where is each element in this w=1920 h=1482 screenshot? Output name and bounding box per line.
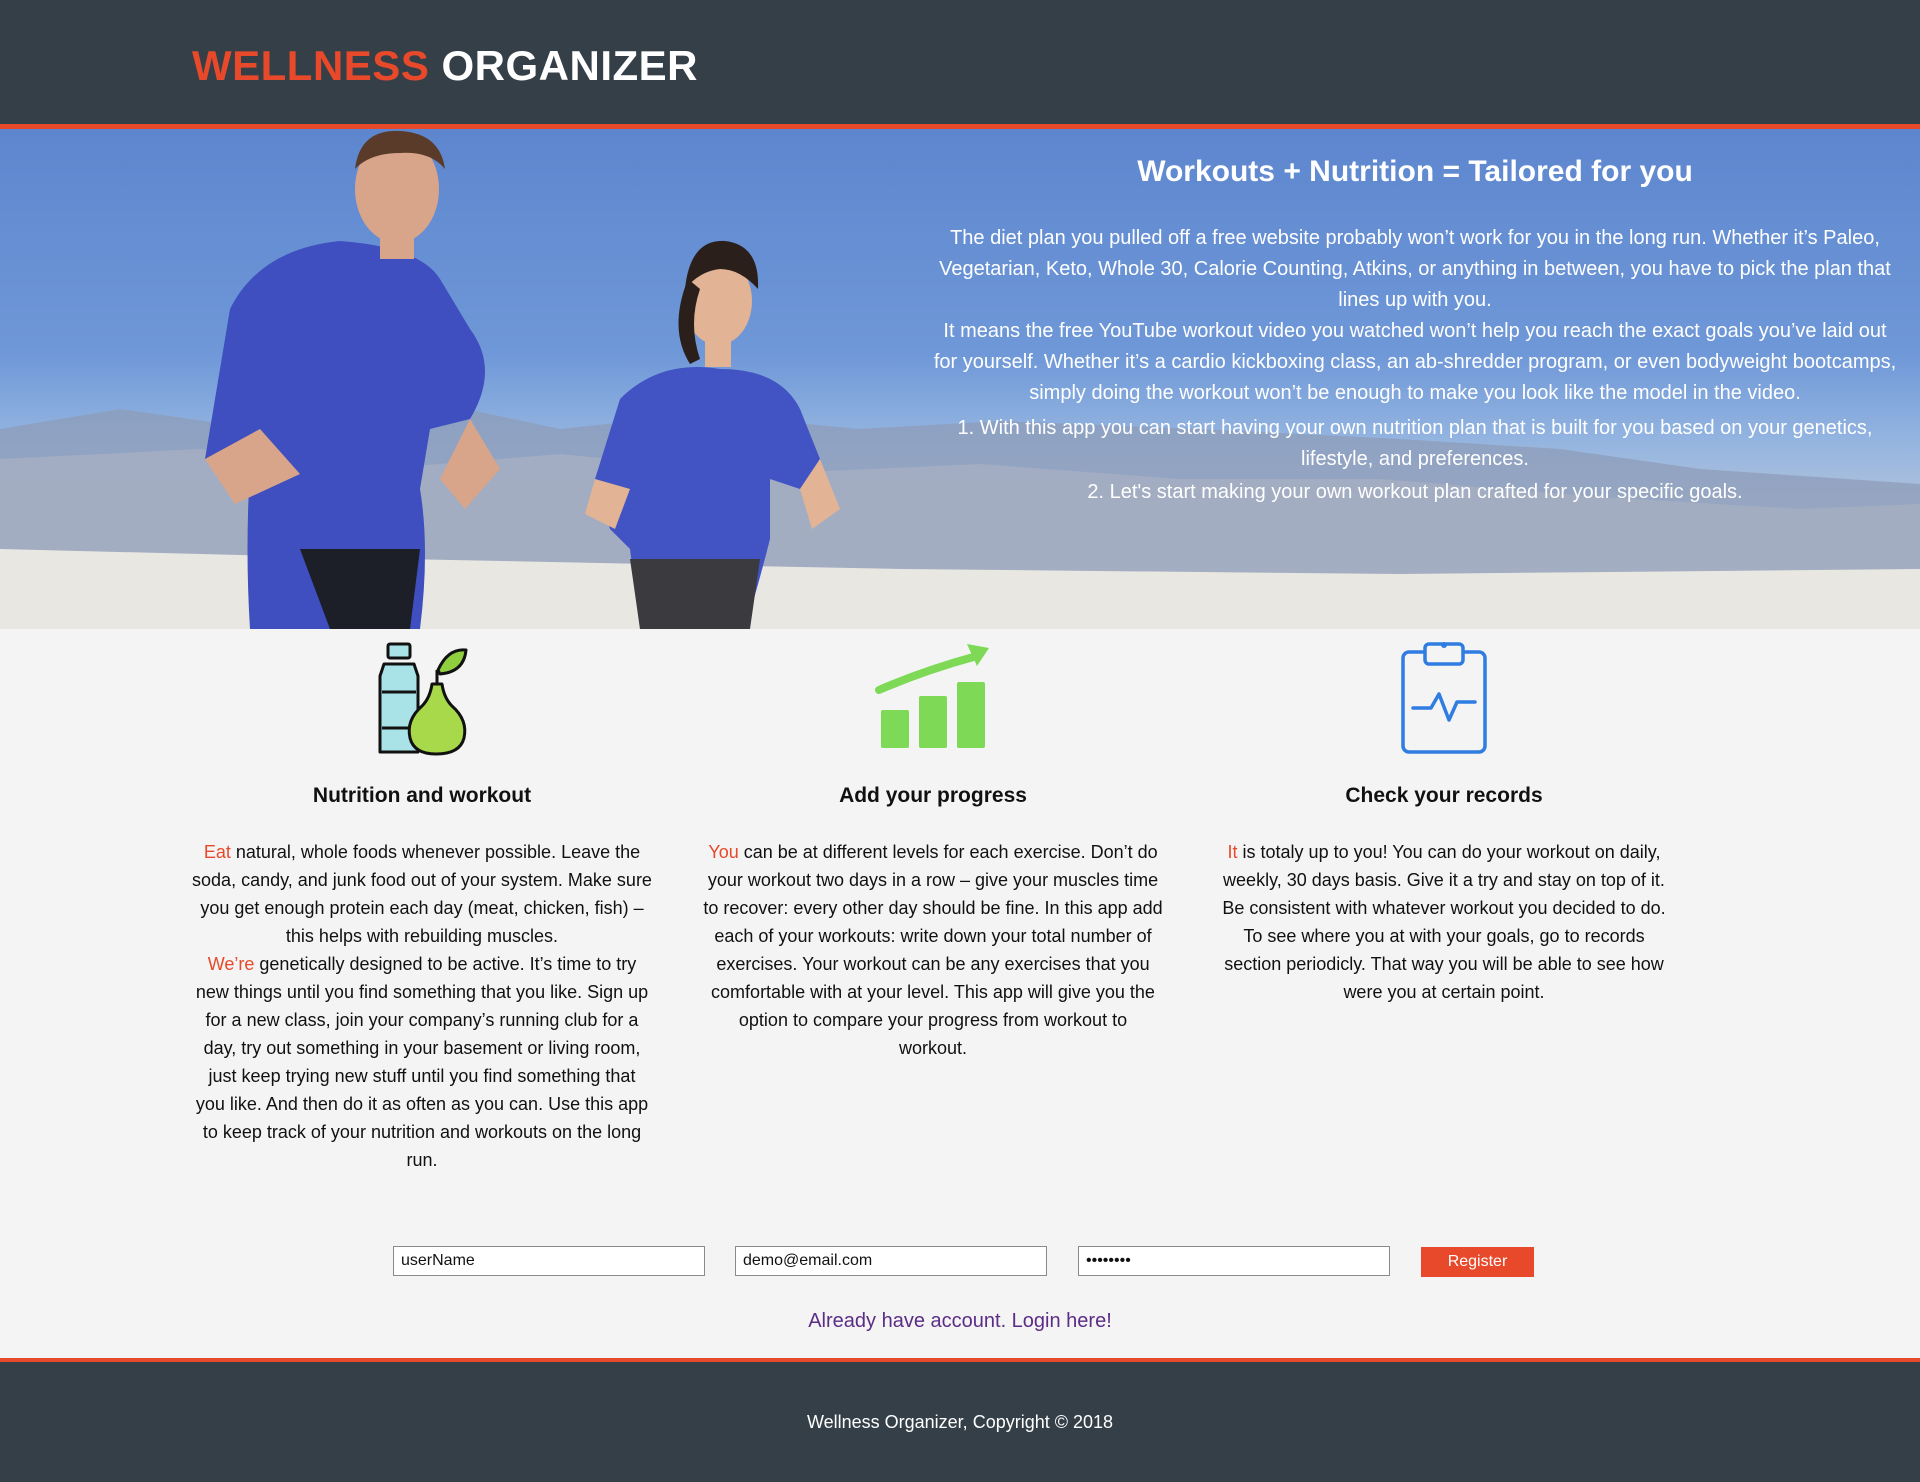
feature-text-part: is totaly up to you! You can do your wor…	[1222, 842, 1666, 1002]
feature-text-part: genetically designed to be active. It’s …	[195, 954, 649, 1170]
progress-chart-icon	[875, 644, 989, 748]
site-logo[interactable]: WELLNESS ORGANIZER	[192, 42, 698, 90]
logo-main-text: ORGANIZER	[441, 42, 699, 89]
feature-accent-word: We’re	[207, 954, 255, 974]
hero-banner: Workouts + Nutrition = Tailored for you …	[0, 129, 1920, 629]
logo-accent-text: WELLNESS	[192, 42, 430, 89]
site-header: WELLNESS ORGANIZER	[0, 0, 1920, 129]
feature-title: Add your progress	[839, 784, 1027, 807]
clipboard-icon	[1401, 642, 1487, 754]
feature-text: Eat natural, whole foods whenever possib…	[192, 838, 652, 1174]
feature-text: It is totaly up to you! You can do your …	[1214, 838, 1674, 1006]
hero-paragraph-1: The diet plan you pulled off a free webs…	[939, 227, 1891, 311]
feature-accent-word: Eat	[203, 842, 231, 862]
feature-accent-word: It	[1227, 842, 1238, 862]
hero-title: Workouts + Nutrition = Tailored for you	[1137, 155, 1693, 188]
feature-nutrition: Nutrition and workout Eat natural, whole…	[192, 640, 652, 1174]
feature-title: Check your records	[1345, 784, 1543, 807]
copyright-text: Wellness Organizer, Copyright © 2018	[806, 1412, 1114, 1432]
feature-accent-word: You	[708, 842, 739, 862]
register-button[interactable]: Register	[1421, 1247, 1534, 1277]
hero-list: 1. With this app you can start having yo…	[930, 413, 1900, 508]
feature-text-part: natural, whole foods whenever possible. …	[192, 842, 652, 946]
feature-text-part: can be at different levels for each exer…	[703, 842, 1163, 1058]
feature-records: Check your records It is totaly up to yo…	[1214, 640, 1674, 1006]
hero-text-block: Workouts + Nutrition = Tailored for you …	[930, 155, 1900, 510]
username-field[interactable]	[393, 1246, 705, 1276]
password-field[interactable]	[1078, 1246, 1390, 1276]
nutrition-icon	[378, 642, 468, 756]
feature-title: Nutrition and workout	[312, 784, 532, 807]
hero-list-item: 1. With this app you can start having yo…	[957, 417, 1873, 470]
hero-paragraph-2: It means the free YouTube workout video …	[933, 320, 1897, 404]
feature-text: You can be at different levels for each …	[703, 838, 1163, 1062]
feature-progress: Add your progress You can be at differen…	[703, 640, 1163, 1062]
site-footer: Wellness Organizer, Copyright © 2018	[0, 1358, 1920, 1482]
email-field[interactable]	[735, 1246, 1047, 1276]
hero-list-item: 2. Let's start making your own workout p…	[1087, 481, 1743, 503]
login-link[interactable]: Already have account. Login here!	[0, 1310, 1920, 1333]
